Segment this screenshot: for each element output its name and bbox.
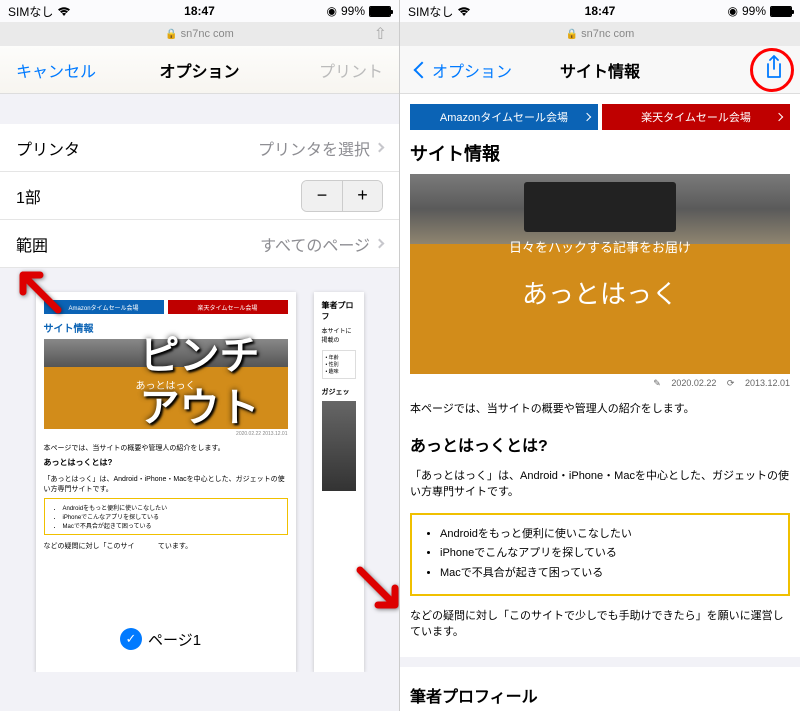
battery-icon bbox=[369, 6, 391, 17]
wifi-icon bbox=[457, 6, 471, 16]
back-button[interactable]: オプション bbox=[416, 58, 516, 82]
list-item: Androidをもっと便利に使いこなしたい bbox=[440, 525, 772, 545]
printer-label: プリンタ bbox=[16, 136, 80, 160]
outro-text: などの疑問に対し「このサイトで少しでも手助けできたら」を願いに運営しています。 bbox=[410, 608, 790, 641]
chevron-right-icon bbox=[375, 239, 385, 249]
print-preview[interactable]: Amazonタイムセール会場 楽天タイムセール会場 サイト情報 あっとはっく 2… bbox=[0, 268, 399, 672]
nav-bar: キャンセル オプション プリント bbox=[0, 46, 399, 94]
carrier-label: SIMなし bbox=[408, 3, 453, 20]
nav-title: サイト情報 bbox=[560, 58, 640, 82]
hero-image: 日々をハックする記事をお届け あっとはっく bbox=[410, 174, 790, 374]
status-time: 18:47 bbox=[184, 4, 215, 18]
background-url-bar: 🔒 sn7nc com ⇧ bbox=[0, 22, 399, 46]
stepper-minus[interactable]: − bbox=[302, 181, 342, 211]
lock-icon: 🔒 bbox=[566, 29, 578, 40]
nav-bar: オプション サイト情報 bbox=[400, 46, 800, 94]
status-bar: SIMなし 18:47 ◉ 99% bbox=[0, 0, 399, 22]
amazon-sale-button[interactable]: Amazonタイムセール会場 bbox=[410, 104, 598, 130]
author-heading: 筆者プロフィール bbox=[410, 683, 790, 707]
highlight-circle bbox=[750, 48, 794, 92]
battery-percent: 99% bbox=[742, 4, 766, 18]
right-screenshot: SIMなし 18:47 ◉ 99% 🔒 sn7nc com オプション サイト情… bbox=[400, 0, 800, 711]
chevron-right-icon bbox=[375, 143, 385, 153]
battery-icon bbox=[770, 6, 792, 17]
about-text: 「あっとはっく」は、Android・iPhone・Macを中心とした、ガジェット… bbox=[410, 468, 790, 501]
battery-percent: 99% bbox=[341, 4, 365, 18]
feature-list: Androidをもっと便利に使いこなしたい iPhoneでこんなアプリを探してい… bbox=[410, 513, 790, 596]
printer-row[interactable]: プリンタ プリンタを選択 bbox=[0, 124, 399, 172]
copies-label: 1部 bbox=[16, 184, 41, 208]
wifi-icon bbox=[57, 6, 71, 16]
mini-rakuten-btn: 楽天タイムセール会場 bbox=[168, 300, 288, 314]
carrier-label: SIMなし bbox=[8, 3, 53, 20]
nav-title: オプション bbox=[159, 58, 239, 82]
page-content[interactable]: Amazonタイムセール会場 楽天タイムセール会場 サイト情報 日々をハックする… bbox=[400, 94, 800, 711]
copies-stepper[interactable]: − + bbox=[301, 180, 383, 212]
check-icon[interactable]: ✓ bbox=[120, 628, 142, 650]
range-label: 範囲 bbox=[16, 232, 48, 256]
arrow-down-right-icon bbox=[350, 560, 400, 625]
arrow-up-left-icon bbox=[8, 260, 68, 325]
page-title: サイト情報 bbox=[410, 140, 790, 166]
status-bar: SIMなし 18:47 ◉ 99% bbox=[400, 0, 800, 22]
left-screenshot: SIMなし 18:47 ◉ 99% 🔒 sn7nc com ⇧ キャンセル オプ… bbox=[0, 0, 400, 711]
status-time: 18:47 bbox=[585, 4, 616, 18]
list-item: Macで不具合が起きて困っている bbox=[440, 564, 772, 584]
rakuten-sale-button[interactable]: 楽天タイムセール会場 bbox=[602, 104, 790, 130]
page-indicator[interactable]: ✓ ページ1 bbox=[120, 628, 201, 650]
print-button[interactable]: プリント bbox=[283, 58, 383, 82]
pinch-annotation: ピンチ アウト bbox=[50, 330, 349, 434]
lock-icon: 🔒 bbox=[165, 29, 177, 40]
cancel-button[interactable]: キャンセル bbox=[16, 58, 116, 82]
list-item: iPhoneでこんなアプリを探している bbox=[440, 544, 772, 564]
share-icon-grey: ⇧ bbox=[374, 24, 387, 44]
about-heading: あっとはっくとは? bbox=[410, 432, 790, 456]
copies-row: 1部 − + bbox=[0, 172, 399, 220]
background-url-bar: 🔒 sn7nc com bbox=[400, 22, 800, 46]
intro-text: 本ページでは、当サイトの概要や管理人の紹介をします。 bbox=[410, 401, 790, 418]
stepper-plus[interactable]: + bbox=[342, 181, 382, 211]
dates: ✎ 2020.02.22 ⟳ 2013.12.01 bbox=[410, 378, 790, 389]
